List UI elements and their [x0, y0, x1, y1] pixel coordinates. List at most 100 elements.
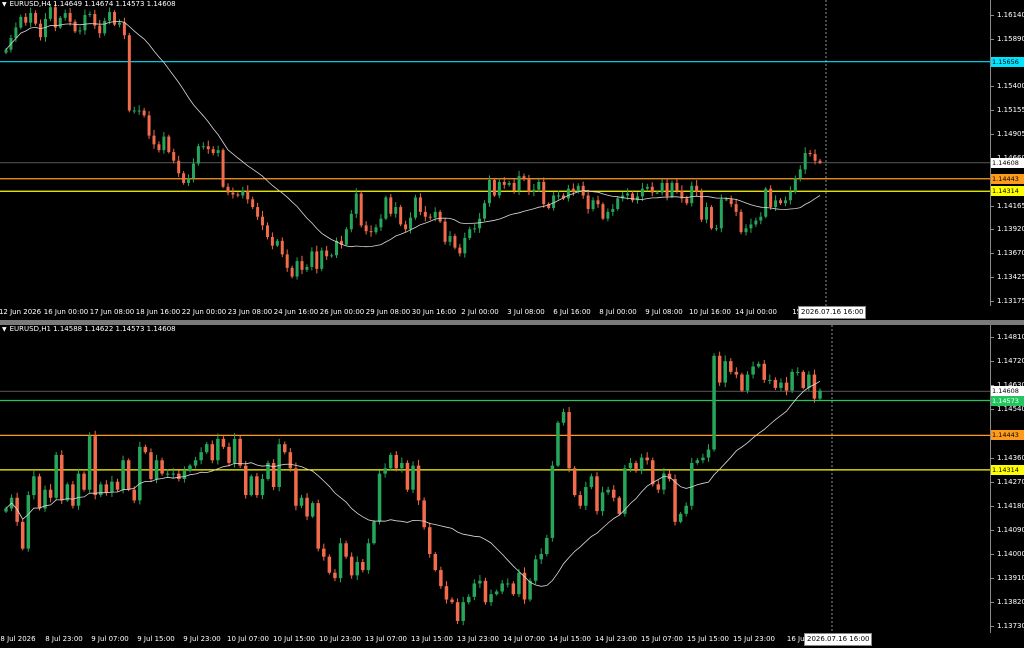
candle-body: [39, 23, 43, 38]
candle-body: [463, 237, 467, 254]
candle-body: [487, 180, 491, 204]
plot-area-h1[interactable]: [0, 325, 991, 633]
candle-body: [152, 135, 156, 145]
plot-area-h4[interactable]: [0, 0, 991, 306]
candle-body: [399, 207, 403, 225]
candle-body: [32, 476, 36, 496]
candle-body: [78, 30, 82, 32]
candle-body: [142, 110, 146, 116]
candle-body: [110, 481, 114, 493]
candle-body: [221, 150, 225, 187]
candle-body: [724, 199, 728, 201]
candle-body: [188, 465, 192, 471]
collapse-triangle-icon[interactable]: ▼: [2, 326, 7, 333]
price-tick-mark: [991, 505, 994, 507]
time-axis-h4[interactable]: 12 Jun 2026 16 Jun 00:00 17 Jun 08:00 18 Ju…: [0, 306, 990, 319]
candle-body: [645, 186, 649, 189]
time-tick-label: 18 Jun 16:00: [135, 308, 181, 316]
candle-body: [48, 489, 53, 498]
candle-body: [413, 197, 417, 218]
price-tag: 1.14573: [991, 395, 1024, 406]
price-tick-mark: [991, 277, 994, 279]
candle-body: [327, 556, 332, 573]
chart-pane-h4[interactable]: ▼ EURUSD,H4 1.14649 1.14674 1.14573 1.146…: [0, 0, 1024, 320]
candle-body: [678, 513, 683, 522]
candle-body: [512, 182, 516, 191]
candle-body: [20, 521, 25, 549]
candle-body: [444, 586, 449, 600]
candle-body: [65, 484, 70, 501]
price-tick-label: 1.14165: [997, 201, 1024, 210]
candle-body: [238, 438, 242, 466]
candle-body: [601, 204, 605, 219]
candle-body: [803, 153, 807, 170]
candle-body: [108, 12, 112, 21]
price-tick-label: 1.13820: [997, 598, 1024, 607]
time-axis-h1[interactable]: 8 Jul 2026 8 Jul 23:00 9 Jul 07:00 9 Jul 15…: [0, 633, 990, 646]
candle-body: [774, 200, 778, 208]
price-tick-mark: [991, 229, 994, 231]
candle-body: [63, 13, 67, 18]
candle-body: [795, 371, 800, 373]
candle-body: [299, 497, 304, 506]
candle-body: [439, 570, 443, 587]
candle-body: [595, 476, 599, 512]
candle-body: [773, 379, 778, 388]
price-tick-mark: [991, 134, 994, 136]
collapse-triangle-icon[interactable]: ▼: [2, 1, 7, 8]
candle-body: [572, 468, 577, 496]
candle-body: [37, 476, 42, 509]
candle-body: [294, 468, 298, 506]
candle-body: [455, 602, 460, 621]
candle-body: [418, 197, 422, 212]
candle-body: [640, 188, 644, 197]
candle-body: [344, 229, 348, 245]
candle-body: [650, 186, 654, 193]
time-tick-label: 8 Jul 23:00: [45, 635, 83, 643]
price-tick-mark: [991, 253, 994, 255]
candle-body: [115, 481, 120, 490]
candle-body: [700, 191, 704, 220]
candle-body: [93, 436, 97, 496]
candle-body: [394, 207, 398, 214]
candle-body: [221, 438, 226, 447]
time-tick-label: 14 Jul 15:00: [549, 635, 591, 643]
candle-body: [517, 572, 521, 595]
time-tick-label: 22 Jun 00:00: [181, 308, 227, 316]
chart-pane-h1[interactable]: ▼ EURUSD,H1 1.14588 1.14622 1.14573 1.146…: [0, 325, 1024, 648]
candle-body: [364, 225, 368, 232]
candle-body: [566, 188, 570, 199]
candle-body: [675, 182, 679, 191]
price-tick-label: 1.13920: [997, 225, 1024, 234]
candle-body: [807, 374, 811, 388]
candle-body: [231, 192, 235, 195]
price-tick-label: 1.15890: [997, 35, 1024, 44]
candle-body: [740, 374, 744, 391]
candle-body: [701, 457, 705, 461]
candle-body: [591, 200, 595, 209]
price-tag: 1.14443: [991, 173, 1024, 184]
candle-body: [76, 473, 81, 506]
time-tick-label: 17 Jun 08:00: [89, 308, 135, 316]
candle-body: [427, 527, 432, 554]
candle-body: [147, 115, 151, 136]
candle-body: [310, 503, 315, 517]
candle-body: [751, 366, 755, 375]
candle-body: [210, 444, 215, 461]
candle-body: [160, 460, 164, 474]
candle-body: [422, 500, 426, 528]
candle-body: [729, 199, 733, 205]
time-tick-label: 23 Jun 08:00: [227, 308, 273, 316]
price-tick-label: 1.14810: [997, 333, 1024, 342]
candle-body: [290, 267, 294, 277]
candle-body: [404, 224, 408, 230]
time-tick-label: 15 Jul 07:00: [641, 635, 683, 643]
candle-body: [754, 220, 758, 225]
candle-body: [739, 211, 743, 233]
candle-body: [450, 599, 454, 603]
candle-body: [4, 49, 8, 53]
candle-body: [388, 454, 393, 469]
candle-body: [226, 186, 230, 193]
candle-body: [507, 182, 511, 185]
time-tick-label: 10 Jul 16:00: [689, 308, 731, 316]
